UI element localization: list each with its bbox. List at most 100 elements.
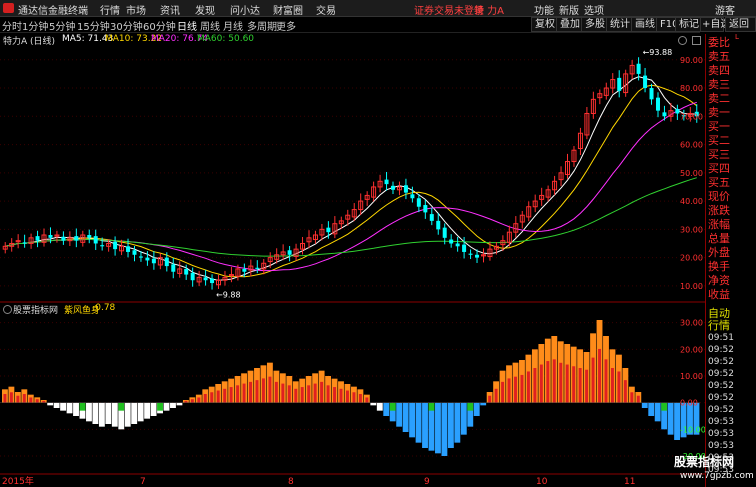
indicator-bar-negative bbox=[124, 402, 131, 427]
indicator-bar-core bbox=[617, 371, 621, 403]
indicator-bar-green-cap bbox=[157, 402, 163, 411]
menu-item-market[interactable]: 市场 bbox=[126, 2, 146, 17]
indicator-bar-negative bbox=[441, 402, 448, 456]
indicator-bar-core bbox=[591, 357, 595, 403]
candle-down bbox=[326, 227, 331, 233]
candle-down bbox=[93, 236, 98, 244]
indicator-bar-core bbox=[22, 394, 26, 403]
indicator-bar-core bbox=[552, 359, 556, 403]
indicator-bar-core bbox=[326, 385, 330, 403]
kline-chart[interactable]: 10.0020.0030.0040.0050.0060.0070.0080.00… bbox=[0, 32, 705, 487]
sub-indicator-source: 股票指标网 bbox=[13, 306, 59, 316]
x-axis-label: 8 bbox=[288, 477, 294, 487]
watermark-url: www.7gpzb.com bbox=[680, 471, 754, 481]
y-tick-label: 30.00 bbox=[680, 225, 703, 234]
menu-function[interactable]: 功能 bbox=[534, 2, 554, 17]
menu-item-news[interactable]: 资讯 bbox=[160, 2, 180, 17]
indicator-bar-negative bbox=[654, 402, 661, 422]
candle-down bbox=[184, 268, 189, 275]
menu-item-trade[interactable]: 交易 bbox=[316, 2, 336, 17]
menu-item-discover[interactable]: 发现 bbox=[195, 2, 215, 17]
candle-down bbox=[100, 245, 105, 247]
period-15min[interactable]: 15分钟 bbox=[77, 18, 110, 33]
order-row-label: 卖一 bbox=[708, 106, 730, 119]
restore-rights-button[interactable]: 复权 bbox=[531, 17, 559, 32]
statistics-button[interactable]: 统计 bbox=[606, 17, 634, 32]
indicator-bar-core bbox=[203, 394, 207, 403]
indicator-bar-negative bbox=[667, 402, 674, 435]
period-daily[interactable]: 日线 bbox=[177, 18, 197, 33]
indicator-bar-core bbox=[281, 383, 285, 403]
indicator-bar-negative bbox=[137, 402, 144, 422]
x-axis-label: 7 bbox=[140, 477, 146, 487]
candle-down bbox=[617, 77, 622, 91]
app-logo-icon bbox=[3, 3, 14, 13]
indicator-bar-core bbox=[320, 381, 324, 403]
candle-down bbox=[22, 242, 27, 244]
back-button[interactable]: 返回 bbox=[725, 17, 756, 32]
indicator-bar-negative bbox=[60, 402, 67, 411]
indicator-bar-core bbox=[223, 388, 227, 403]
menu-item-quotes[interactable]: 行情 bbox=[100, 2, 120, 17]
indicator-bar-core bbox=[507, 378, 511, 403]
indicator-bar-core bbox=[585, 369, 589, 403]
period-multi[interactable]: 多周期 bbox=[247, 18, 277, 33]
indicator-bar-green-cap bbox=[661, 402, 668, 411]
candle-down bbox=[151, 258, 156, 264]
candle-down bbox=[436, 220, 441, 230]
candle-down bbox=[384, 179, 389, 185]
candle-down bbox=[410, 194, 415, 199]
y-tick-label: 80.00 bbox=[680, 84, 703, 93]
period-1min[interactable]: 1分钟 bbox=[22, 18, 48, 33]
period-60min[interactable]: 60分钟 bbox=[143, 18, 176, 33]
candle-down bbox=[403, 185, 408, 193]
order-row-label: 买五 bbox=[708, 176, 730, 189]
period-5min[interactable]: 5分钟 bbox=[49, 18, 75, 33]
add-favorite-button[interactable]: +自选 bbox=[700, 17, 730, 32]
order-row-label: 总量 bbox=[708, 232, 730, 245]
candle-down bbox=[48, 235, 53, 238]
candle-down bbox=[675, 108, 680, 114]
candle-down bbox=[61, 236, 66, 241]
period-weekly[interactable]: 周线 bbox=[200, 18, 220, 33]
indicator-bar-core bbox=[307, 385, 311, 403]
period-tick[interactable]: 分时 bbox=[2, 18, 22, 33]
period-more[interactable]: 更多 bbox=[276, 18, 296, 33]
indicator-bar-negative bbox=[86, 402, 92, 422]
order-row-label: 委比 bbox=[708, 36, 730, 49]
multi-stock-button[interactable]: 多股 bbox=[581, 17, 609, 32]
x-axis-label: 11 bbox=[624, 477, 635, 487]
indicator-bar-core bbox=[578, 368, 582, 403]
order-row-label: 涨跌 bbox=[708, 204, 730, 217]
candle-down bbox=[164, 257, 169, 267]
candle-down bbox=[455, 243, 460, 247]
indicator-bar-core bbox=[604, 359, 608, 403]
mark-button[interactable]: 标记 bbox=[675, 17, 703, 32]
indicator-bar-negative bbox=[422, 402, 428, 448]
period-monthly[interactable]: 月线 bbox=[223, 18, 243, 33]
indicator-bar-core bbox=[636, 395, 640, 403]
overlay-button[interactable]: 叠加 bbox=[556, 17, 584, 32]
sub-y-tick-label: -10.00 bbox=[680, 425, 705, 434]
draw-line-button[interactable]: 画线 bbox=[631, 17, 659, 32]
indicator-bar-negative bbox=[402, 402, 409, 432]
indicator-bar-green-cap bbox=[467, 402, 474, 411]
indicator-bar-core bbox=[352, 392, 356, 403]
period-30min[interactable]: 30分钟 bbox=[110, 18, 143, 33]
candle-down bbox=[138, 256, 143, 258]
sub-y-tick-label: 10.00 bbox=[680, 372, 703, 381]
menu-item-wealth[interactable]: 财富圈 bbox=[273, 2, 303, 17]
indicator-bar-core bbox=[190, 399, 194, 403]
menu-options[interactable]: 选项 bbox=[584, 2, 604, 17]
indicator-bar-core bbox=[242, 383, 246, 403]
order-row-label: 买一 bbox=[708, 120, 730, 133]
menu-new-version[interactable]: 新版 bbox=[559, 2, 579, 17]
menu-item-assistant[interactable]: 问小达 bbox=[230, 2, 260, 17]
menu-guest[interactable]: 游客 bbox=[715, 2, 735, 17]
indicator-bar-negative bbox=[409, 402, 416, 438]
indicator-settings-icon[interactable] bbox=[3, 305, 12, 314]
indicator-bar-negative bbox=[454, 402, 461, 443]
order-row-label: 卖四 bbox=[708, 64, 730, 77]
indicator-bar-green-cap bbox=[389, 402, 396, 411]
candle-down bbox=[171, 264, 176, 272]
